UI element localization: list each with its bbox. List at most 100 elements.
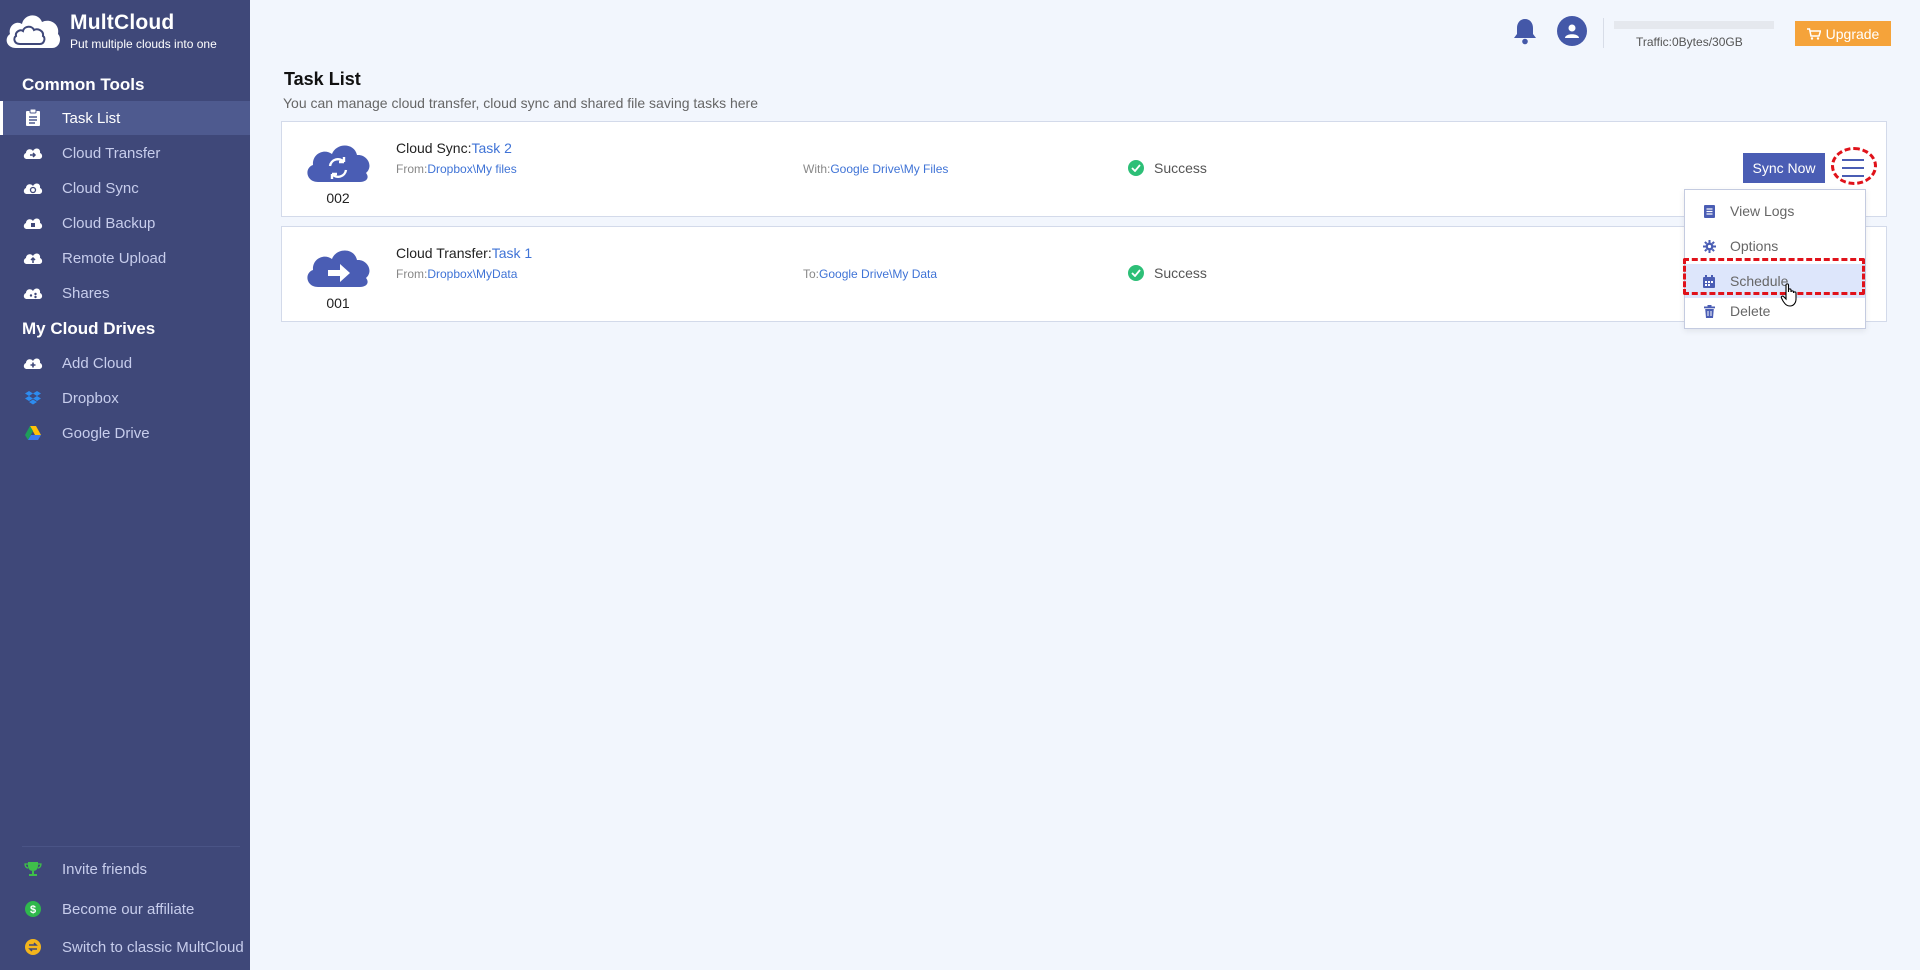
svg-text:$: $ — [30, 904, 36, 916]
sidebar-item-google-drive[interactable]: Google Drive — [0, 416, 250, 450]
target-path-link[interactable]: Google Drive\My Data — [819, 267, 937, 281]
my-cloud-drives-title: My Cloud Drives — [22, 319, 156, 338]
user-avatar[interactable] — [1557, 16, 1587, 46]
cart-icon — [1806, 27, 1821, 40]
sidebar-item-label: Remote Upload — [62, 249, 167, 267]
sidebar-item-label: Shares — [62, 284, 110, 302]
cloud-add-icon — [22, 352, 44, 374]
brand-name: MultCloud — [70, 11, 175, 34]
source-label: From: — [396, 162, 428, 176]
cloud-transfer-icon — [307, 250, 370, 287]
task-source: From:Dropbox\My files — [396, 162, 517, 176]
switch-icon — [22, 936, 44, 958]
task-name-link[interactable]: Task 2 — [471, 140, 511, 156]
gear-icon — [1702, 239, 1716, 253]
trophy-icon — [22, 858, 44, 880]
source-label: From: — [396, 267, 428, 281]
sidebar-item-add-cloud[interactable]: Add Cloud — [0, 346, 250, 380]
sidebar-item-cloud-backup[interactable]: Cloud Backup — [0, 206, 250, 240]
sidebar-item-label: Invite friends — [62, 860, 148, 878]
target-label: With: — [803, 162, 831, 176]
sidebar-item-label: Cloud Transfer — [62, 144, 161, 162]
task-status: Success — [1128, 265, 1207, 281]
menu-item-label: View Logs — [1730, 203, 1795, 219]
page-subtitle: You can manage cloud transfer, cloud syn… — [283, 95, 758, 111]
dollar-icon: $ — [22, 898, 44, 920]
traffic-progress-bar — [1614, 21, 1774, 29]
menu-item-options[interactable]: Options — [1685, 229, 1865, 263]
sync-now-button[interactable]: Sync Now — [1743, 153, 1825, 183]
multcloud-logo-icon — [6, 15, 60, 49]
google-drive-icon — [22, 422, 44, 444]
cloud-sync-icon — [22, 177, 44, 199]
cloud-share-icon — [22, 282, 44, 304]
task-source: From:Dropbox\MyData — [396, 267, 517, 281]
upgrade-label: Upgrade — [1825, 25, 1880, 42]
menu-item-label: Options — [1730, 238, 1779, 254]
sidebar-item-affiliate[interactable]: $ Become our affiliate — [0, 892, 250, 926]
task-status: Success — [1128, 160, 1207, 176]
topbar-divider — [1603, 18, 1604, 48]
bell-icon[interactable] — [1512, 17, 1538, 45]
sidebar-item-label: Task List — [62, 109, 121, 127]
user-icon — [1565, 24, 1579, 38]
sidebar-item-dropbox[interactable]: Dropbox — [0, 381, 250, 415]
menu-item-schedule[interactable]: Schedule — [1685, 264, 1865, 298]
sidebar-item-label: Dropbox — [62, 389, 119, 407]
task-target: With:Google Drive\My Files — [803, 162, 948, 176]
brand-tagline: Put multiple clouds into one — [70, 37, 217, 51]
sidebar-item-label: Switch to classic MultCloud — [62, 938, 244, 956]
page-title: Task List — [284, 69, 361, 89]
status-text: Success — [1154, 160, 1207, 176]
target-path-link[interactable]: Google Drive\My Files — [830, 162, 948, 176]
menu-item-label: Schedule — [1730, 273, 1789, 289]
clipboard-icon — [22, 107, 44, 129]
cloud-upload-icon — [22, 247, 44, 269]
sidebar-item-label: Cloud Backup — [62, 214, 156, 232]
common-tools-title: Common Tools — [22, 75, 145, 94]
sidebar-item-cloud-transfer[interactable]: Cloud Transfer — [0, 136, 250, 170]
dropbox-icon — [22, 387, 44, 409]
sidebar-item-invite-friends[interactable]: Invite friends — [0, 852, 250, 886]
menu-item-view-logs[interactable]: View Logs — [1685, 194, 1865, 228]
task-title: Cloud Transfer:Task 1 — [396, 245, 532, 261]
status-text: Success — [1154, 265, 1207, 281]
source-path-link[interactable]: Dropbox\MyData — [427, 267, 517, 281]
sidebar-item-label: Cloud Sync — [62, 179, 139, 197]
task-title: Cloud Sync:Task 2 — [396, 140, 512, 156]
calendar-icon — [1702, 274, 1716, 288]
task-target: To:Google Drive\My Data — [803, 267, 937, 281]
cloud-backup-icon — [22, 212, 44, 234]
sidebar-item-label: Add Cloud — [62, 354, 133, 372]
brand[interactable]: MultCloud Put multiple clouds into one — [0, 0, 250, 56]
log-icon — [1702, 204, 1716, 218]
success-check-icon — [1128, 265, 1144, 281]
sidebar-item-switch-classic[interactable]: Switch to classic MultCloud — [0, 930, 250, 964]
task-row[interactable]: 001 Cloud Transfer:Task 1 From:Dropbox\M… — [281, 226, 1887, 322]
sidebar-item-label: Google Drive — [62, 424, 150, 442]
task-type: Cloud Sync: — [396, 140, 472, 156]
traffic-usage: Traffic:0Bytes/30GB — [1636, 35, 1743, 49]
task-number: 002 — [326, 190, 350, 206]
cloud-sync-icon — [307, 145, 370, 182]
menu-item-delete[interactable]: Delete — [1685, 294, 1865, 328]
trash-icon — [1702, 304, 1716, 318]
task-actions-dropdown: View Logs Options Schedule Delete — [1684, 189, 1866, 329]
cloud-transfer-icon — [22, 142, 44, 164]
success-check-icon — [1128, 160, 1144, 176]
source-path-link[interactable]: Dropbox\My files — [427, 162, 516, 176]
sidebar-item-task-list[interactable]: Task List — [0, 101, 250, 135]
task-name-link[interactable]: Task 1 — [492, 245, 532, 261]
sidebar: MultCloud Put multiple clouds into one C… — [0, 0, 250, 970]
task-type: Cloud Transfer: — [396, 245, 492, 261]
sidebar-item-cloud-sync[interactable]: Cloud Sync — [0, 171, 250, 205]
sidebar-item-shares[interactable]: Shares — [0, 276, 250, 310]
hamburger-menu-icon[interactable] — [1836, 152, 1870, 184]
upgrade-button[interactable]: Upgrade — [1795, 21, 1891, 46]
target-label: To: — [803, 267, 820, 281]
task-number: 001 — [326, 295, 350, 311]
sidebar-item-remote-upload[interactable]: Remote Upload — [0, 241, 250, 275]
menu-item-label: Delete — [1730, 303, 1771, 319]
task-row[interactable]: 002 Cloud Sync:Task 2 From:Dropbox\My fi… — [281, 121, 1887, 217]
sidebar-divider — [22, 846, 240, 847]
